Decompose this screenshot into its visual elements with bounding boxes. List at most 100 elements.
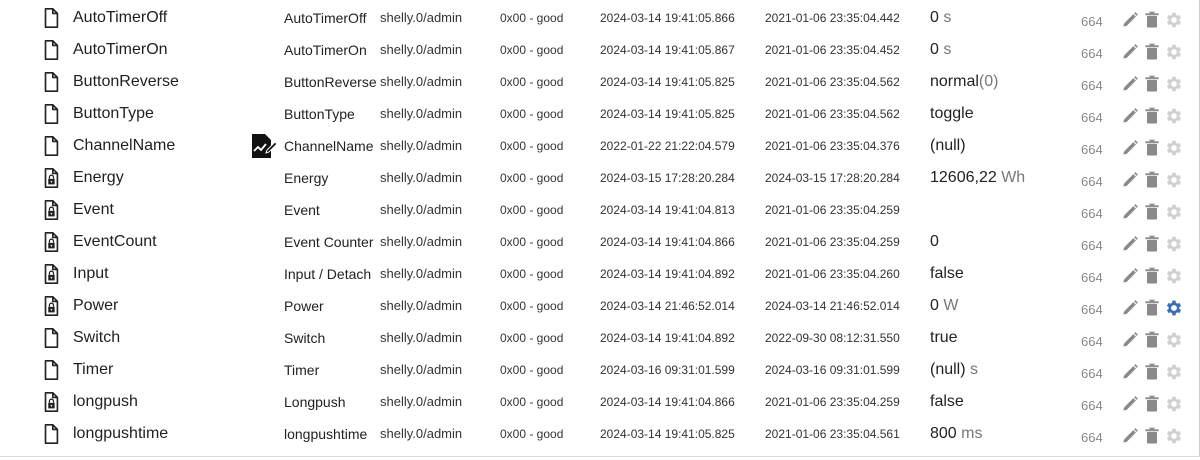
table-row[interactable]: ChannelName ChannelName shelly.0/admin 0x00… [0,130,1192,162]
object-value[interactable]: normal(0) [930,66,1070,98]
object-name[interactable]: Longpush [284,386,378,418]
object-value[interactable]: 0 s [930,34,1070,66]
object-value[interactable]: 0 s [930,2,1070,34]
trash-icon[interactable] [1142,266,1162,286]
trash-icon[interactable] [1142,74,1162,94]
table-row[interactable]: longpushtime longpushtime shelly.0/admin 0x… [0,418,1192,450]
object-name[interactable]: Power [284,290,378,322]
object-value[interactable]: 800 ms [930,418,1070,450]
object-name[interactable]: longpushtime [284,418,378,450]
object-id[interactable]: AutoTimerOff [73,2,273,34]
table-row[interactable]: longpush Longpush shelly.0/admin 0x00 - goo… [0,386,1192,418]
gear-icon[interactable] [1164,330,1184,350]
table-row[interactable]: ButtonType ButtonType shelly.0/admin 0x00 -… [0,98,1192,130]
object-name[interactable]: ChannelName [284,130,378,162]
object-id[interactable]: Switch [73,322,273,354]
trash-icon[interactable] [1142,202,1162,222]
object-id[interactable]: AutoTimerOn [73,34,273,66]
pencil-icon[interactable] [1120,106,1140,126]
object-id[interactable]: Event [73,194,273,226]
object-id[interactable]: ButtonType [73,98,273,130]
object-value[interactable]: 12606,22 Wh [930,162,1070,194]
gear-icon[interactable] [1164,138,1184,158]
trash-icon[interactable] [1142,298,1162,318]
gear-icon[interactable] [1164,394,1184,414]
trash-icon[interactable] [1142,106,1162,126]
trash-icon[interactable] [1142,330,1162,350]
object-role: shelly.0/admin [380,298,463,313]
edit-name-icon[interactable] [248,130,280,162]
gear-icon[interactable] [1164,362,1184,382]
table-row[interactable]: EventCount Event Counter shelly.0/admin 0x0… [0,226,1192,258]
table-row[interactable]: Energy Energy shelly.0/admin 0x00 - good 202… [0,162,1192,194]
gear-icon[interactable] [1164,106,1184,126]
pencil-icon[interactable] [1120,138,1140,158]
object-name[interactable]: Energy [284,162,378,194]
trash-icon[interactable] [1142,170,1162,190]
object-name[interactable]: AutoTimerOn [284,34,378,66]
object-id[interactable]: longpush [73,386,273,418]
table-row[interactable]: Power Power shelly.0/admin 0x00 - good 2024-… [0,290,1192,322]
object-name[interactable]: Switch [284,322,378,354]
trash-icon[interactable] [1142,10,1162,30]
object-id[interactable]: ChannelName [73,130,273,162]
object-value[interactable]: false [930,386,1070,418]
object-id[interactable]: Energy [73,162,273,194]
object-value[interactable]: (null) s [930,354,1070,386]
gear-icon[interactable] [1164,298,1184,318]
object-id[interactable]: ButtonReverse [73,66,273,98]
table-row[interactable]: Input Input / Detach shelly.0/admin 0x00 - … [0,258,1192,290]
pencil-icon[interactable] [1120,170,1140,190]
object-name[interactable]: ButtonReverse [284,66,378,98]
gear-icon[interactable] [1164,42,1184,62]
trash-icon[interactable] [1142,426,1162,446]
object-value[interactable]: true [930,322,1070,354]
object-value[interactable]: (null) [930,130,1070,162]
table-row[interactable]: Timer Timer shelly.0/admin 0x00 - good 2024-… [0,354,1192,386]
gear-icon[interactable] [1164,202,1184,222]
object-id[interactable]: longpushtime [73,418,273,450]
pencil-icon[interactable] [1120,234,1140,254]
table-row[interactable]: AutoTimerOn AutoTimerOn shelly.0/admin 0x00… [0,34,1192,66]
table-row[interactable]: Event Event shelly.0/admin 0x00 - good 2024-… [0,194,1192,226]
gear-icon[interactable] [1164,170,1184,190]
gear-icon[interactable] [1164,74,1184,94]
pencil-icon[interactable] [1120,42,1140,62]
table-row[interactable]: Switch Switch shelly.0/admin 0x00 - good 202… [0,322,1192,354]
pencil-icon[interactable] [1120,74,1140,94]
gear-icon[interactable] [1164,234,1184,254]
trash-icon[interactable] [1142,394,1162,414]
pencil-icon[interactable] [1120,330,1140,350]
object-id[interactable]: Input [73,258,273,290]
pencil-icon[interactable] [1120,202,1140,222]
object-value[interactable] [930,194,1070,226]
pencil-icon[interactable] [1120,362,1140,382]
trash-icon[interactable] [1142,234,1162,254]
trash-icon[interactable] [1142,138,1162,158]
gear-icon[interactable] [1164,266,1184,286]
object-name[interactable]: ButtonType [284,98,378,130]
object-id[interactable]: EventCount [73,226,273,258]
object-value[interactable]: 0 W [930,290,1070,322]
table-row[interactable]: ButtonReverse ButtonReverse shelly.0/admin… [0,66,1192,98]
pencil-icon[interactable] [1120,394,1140,414]
pencil-icon[interactable] [1120,298,1140,318]
object-id[interactable]: Power [73,290,273,322]
trash-icon[interactable] [1142,42,1162,62]
pencil-icon[interactable] [1120,266,1140,286]
object-value[interactable]: false [930,258,1070,290]
object-value[interactable]: toggle [930,98,1070,130]
gear-icon[interactable] [1164,426,1184,446]
pencil-icon[interactable] [1120,10,1140,30]
object-name[interactable]: Event [284,194,378,226]
gear-icon[interactable] [1164,10,1184,30]
object-name[interactable]: Timer [284,354,378,386]
object-name[interactable]: AutoTimerOff [284,2,378,34]
object-id[interactable]: Timer [73,354,273,386]
trash-icon[interactable] [1142,362,1162,382]
table-row[interactable]: AutoTimerOff AutoTimerOff shelly.0/admin 0x… [0,2,1192,34]
object-name[interactable]: Input / Detach [284,258,378,290]
pencil-icon[interactable] [1120,426,1140,446]
object-name[interactable]: Event Counter [284,226,378,258]
object-value[interactable]: 0 [930,226,1070,258]
